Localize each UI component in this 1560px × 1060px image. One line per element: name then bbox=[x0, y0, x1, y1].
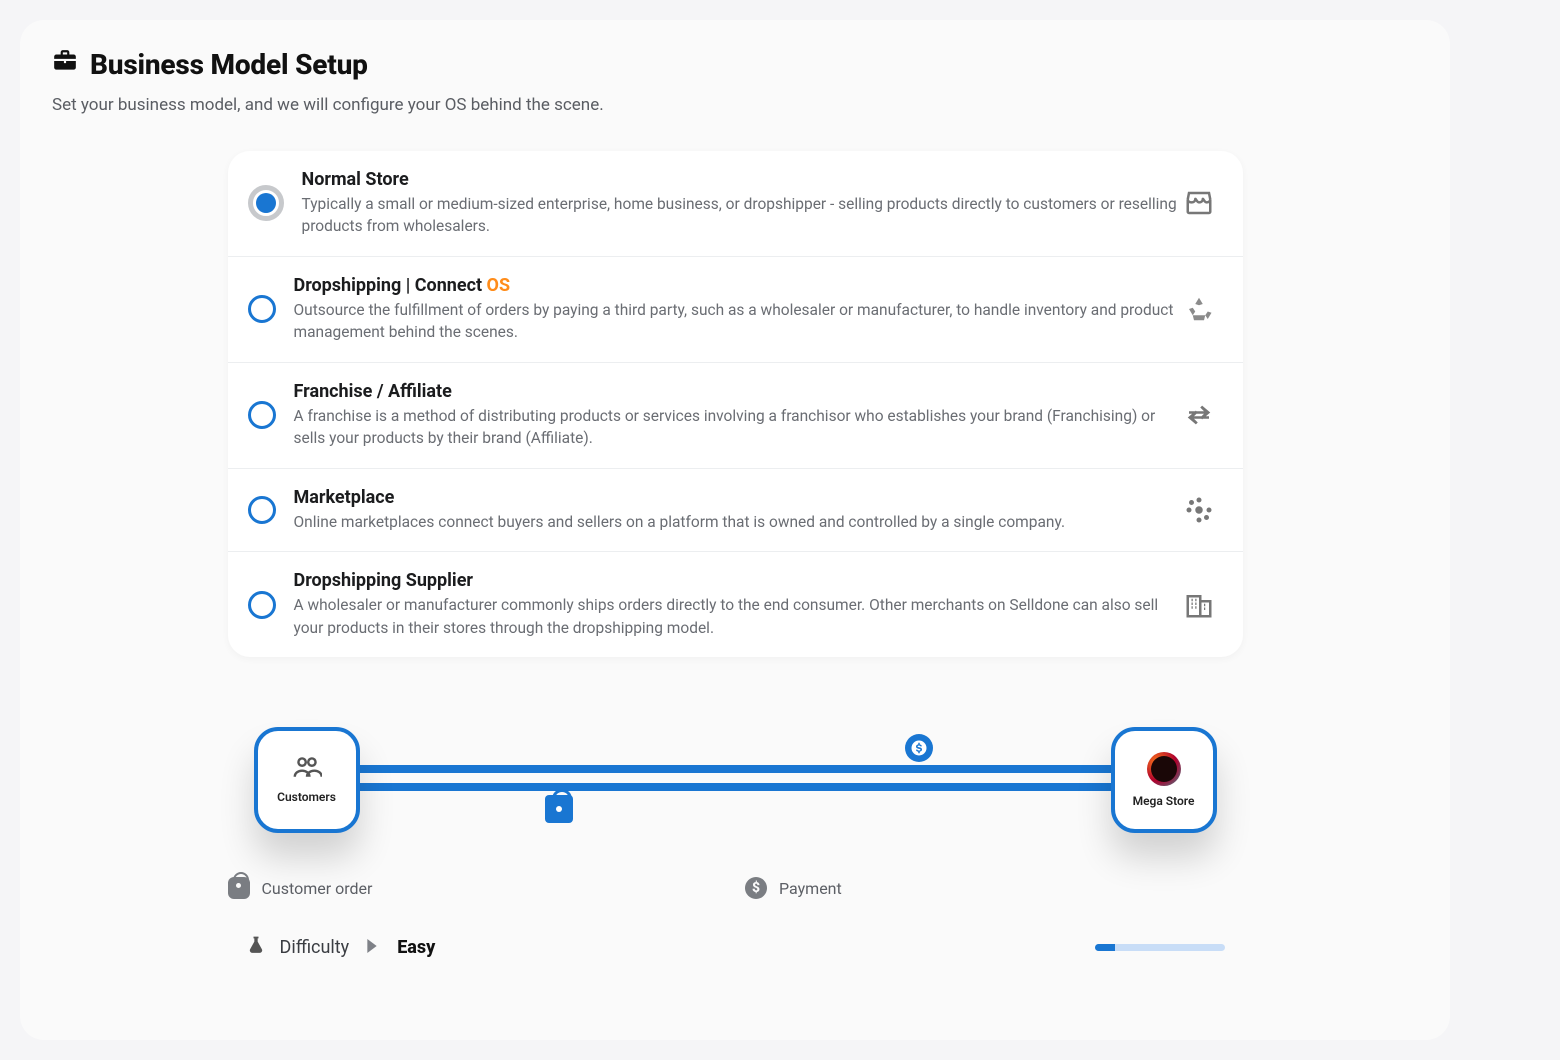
option-desc: A wholesaler or manufacturer commonly sh… bbox=[294, 594, 1179, 639]
briefcase-icon bbox=[52, 48, 78, 81]
difficulty-progress-fill bbox=[1095, 944, 1116, 951]
radio-unselected[interactable] bbox=[248, 401, 276, 429]
swap-arrows-icon bbox=[1179, 400, 1219, 430]
page-title: Business Model Setup bbox=[90, 48, 368, 81]
option-title: Franchise / Affiliate bbox=[294, 381, 1179, 402]
difficulty-label: Difficulty bbox=[280, 937, 350, 958]
option-desc: Outsource the fulfillment of orders by p… bbox=[294, 299, 1179, 344]
legend-payment: $ Payment bbox=[745, 877, 1243, 899]
option-normal-store[interactable]: Normal Store Typically a small or medium… bbox=[228, 151, 1243, 257]
radio-unselected[interactable] bbox=[248, 591, 276, 619]
customers-label: Customers bbox=[277, 790, 336, 804]
option-title: Normal Store bbox=[302, 169, 1179, 190]
building-icon bbox=[1179, 590, 1219, 620]
difficulty-progress bbox=[1095, 944, 1225, 951]
page-header: Business Model Setup bbox=[52, 48, 1418, 81]
chevron-right-icon bbox=[367, 938, 377, 957]
difficulty-row: Difficulty Easy bbox=[246, 935, 1243, 959]
money-marker-icon bbox=[905, 734, 933, 762]
flow-rail-top bbox=[324, 765, 1147, 773]
flow-diagram-area: Customers Mega Store Customer order $ Pa… bbox=[228, 707, 1243, 959]
option-marketplace[interactable]: Marketplace Online marketplaces connect … bbox=[228, 469, 1243, 552]
flask-icon bbox=[246, 935, 266, 959]
option-title: Dropshipping Supplier bbox=[294, 570, 1179, 591]
page-subtitle: Set your business model, and we will con… bbox=[52, 95, 1418, 115]
bag-marker-icon bbox=[545, 795, 573, 823]
option-desc: A franchise is a method of distributing … bbox=[294, 405, 1179, 450]
diagram-legend: Customer order $ Payment bbox=[228, 877, 1243, 899]
storefront-icon bbox=[1179, 188, 1219, 218]
business-model-setup-page: Business Model Setup Set your business m… bbox=[20, 20, 1450, 1040]
store-node: Mega Store bbox=[1111, 727, 1217, 833]
radio-unselected[interactable] bbox=[248, 295, 276, 323]
option-desc: Online marketplaces connect buyers and s… bbox=[294, 511, 1179, 533]
radio-unselected[interactable] bbox=[248, 496, 276, 524]
store-logo-icon bbox=[1147, 752, 1181, 786]
option-title: Marketplace bbox=[294, 487, 1179, 508]
bag-icon bbox=[228, 877, 250, 899]
difficulty-value: Easy bbox=[397, 937, 435, 958]
store-label: Mega Store bbox=[1133, 794, 1195, 808]
hub-icon bbox=[1179, 495, 1219, 525]
customers-icon bbox=[292, 756, 322, 782]
legend-order: Customer order bbox=[228, 877, 726, 899]
option-title: Dropshipping | Connect OS bbox=[294, 275, 1179, 296]
customers-node: Customers bbox=[254, 727, 360, 833]
recycle-icon bbox=[1179, 294, 1219, 324]
option-dropshipping-supplier[interactable]: Dropshipping Supplier A wholesaler or ma… bbox=[228, 552, 1243, 657]
radio-selected[interactable] bbox=[248, 185, 284, 221]
option-dropshipping-connect[interactable]: Dropshipping | Connect OS Outsource the … bbox=[228, 257, 1243, 363]
option-desc: Typically a small or medium-sized enterp… bbox=[302, 193, 1179, 238]
flow-rail-bottom bbox=[324, 783, 1147, 791]
money-icon: $ bbox=[745, 877, 767, 899]
flow-diagram: Customers Mega Store bbox=[254, 707, 1217, 857]
options-card: Normal Store Typically a small or medium… bbox=[228, 151, 1243, 657]
option-franchise-affiliate[interactable]: Franchise / Affiliate A franchise is a m… bbox=[228, 363, 1243, 469]
